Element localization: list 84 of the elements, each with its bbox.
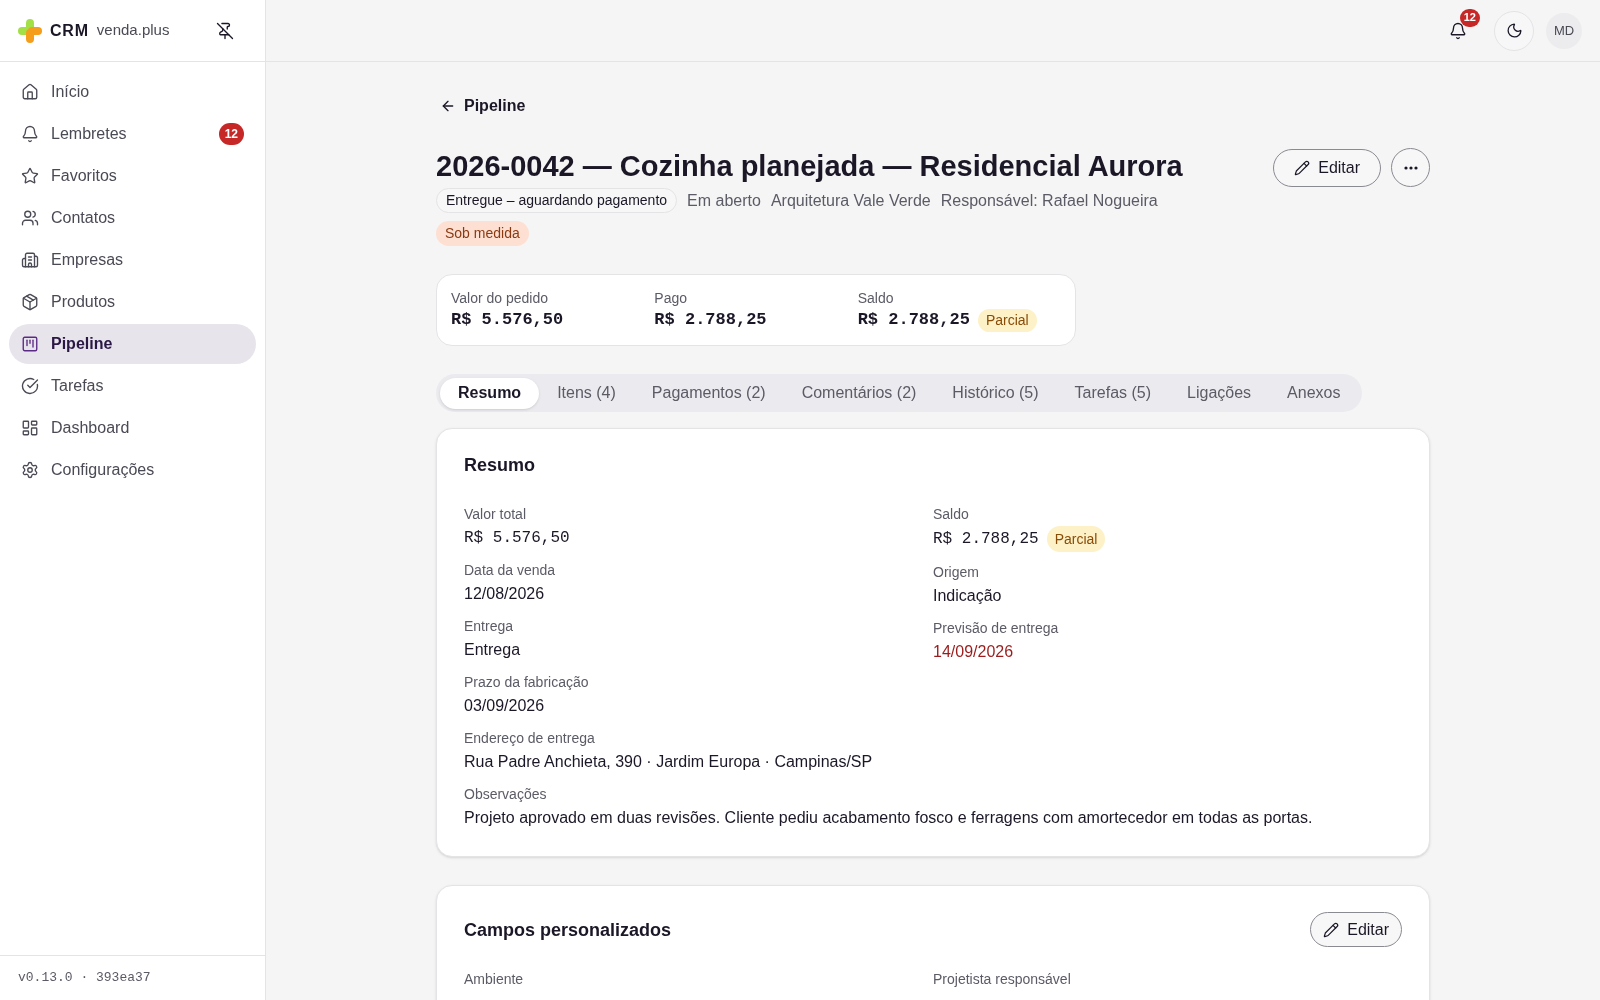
star-icon xyxy=(21,167,39,185)
more-button[interactable] xyxy=(1391,148,1430,187)
notifications-button[interactable]: 12 xyxy=(1438,10,1478,51)
field-value: Entrega xyxy=(464,640,521,660)
field-label: Data da venda xyxy=(464,561,557,580)
bell-icon xyxy=(1449,21,1467,40)
field-label: Saldo xyxy=(933,505,970,524)
meta-text: Arquitetura Vale Verde xyxy=(770,190,931,211)
building-icon xyxy=(21,251,39,269)
total-label: Saldo xyxy=(857,289,895,308)
sidebar-item[interactable]: Início xyxy=(9,72,256,112)
total-value: R$ 2.788,25 xyxy=(857,309,970,331)
sidebar-item[interactable]: Favoritos xyxy=(9,156,256,196)
moon-icon xyxy=(1505,22,1523,39)
pencil-icon xyxy=(1294,159,1311,176)
more-icon xyxy=(1403,165,1418,170)
edit-button[interactable]: Editar xyxy=(1273,148,1381,187)
tag: Sob medida xyxy=(436,221,529,246)
kanban-icon xyxy=(21,335,39,353)
field-label: Entrega xyxy=(464,617,515,636)
field-label: Observações xyxy=(464,785,548,804)
total-value: R$ 5.576,50 xyxy=(451,309,564,331)
arrow-left-icon xyxy=(440,98,456,114)
sidebar-item[interactable]: Contatos xyxy=(9,198,256,238)
meta-text: Em aberto xyxy=(687,190,761,211)
field-label: Ambiente xyxy=(464,970,525,989)
sidebar-item[interactable]: Empresas xyxy=(9,240,256,280)
total-label: Pago xyxy=(654,289,689,308)
brand-domain: venda.plus xyxy=(96,20,170,41)
field-value: Indicação xyxy=(933,586,1002,606)
tab[interactable]: Resumo xyxy=(440,377,540,409)
check-circle-icon xyxy=(21,377,39,395)
field-value: Projeto aprovado em duas revisões. Cliente pediu acabamento fosco e ferragens com amortecedor em todas as portas. xyxy=(464,808,1313,828)
field-label: Prazo da fabricação xyxy=(464,673,590,692)
sidebar-item[interactable]: Lembretes 12 xyxy=(9,114,256,154)
field-value: Rua Padre Anchieta, 390 · Jardim Europa · Campinas/SP xyxy=(464,752,873,772)
section-title: Resumo xyxy=(464,454,536,477)
settings-icon xyxy=(21,461,39,479)
brand-name: CRM xyxy=(50,20,89,41)
sidebar-item[interactable]: Dashboard xyxy=(9,408,256,448)
field-label: Endereço de entrega xyxy=(464,729,596,748)
tab[interactable]: Ligações xyxy=(1169,377,1270,409)
pencil-icon xyxy=(1323,921,1340,938)
field-value: R$ 5.576,50 xyxy=(464,528,570,549)
field-value: 12/08/2026 xyxy=(464,584,545,604)
sidebar-item[interactable]: Pipeline xyxy=(9,324,256,364)
field-value: R$ 2.788,25 xyxy=(933,529,1039,550)
page-title: 2026-0042 — Cozinha planejada — Residencial Aurora xyxy=(436,149,1183,184)
tab[interactable]: Anexos xyxy=(1269,377,1359,409)
meta-text: Responsável: Rafael Nogueira xyxy=(940,190,1158,211)
total-label: Valor do pedido xyxy=(451,289,550,308)
sidebar-item[interactable]: Configurações xyxy=(9,450,256,490)
users-icon xyxy=(21,209,39,227)
field-label: Origem xyxy=(933,563,980,582)
user-avatar[interactable]: MD xyxy=(1546,12,1582,49)
tab[interactable]: Comentários (2) xyxy=(783,377,935,409)
edit-button[interactable]: Editar xyxy=(1310,912,1402,947)
logo-icon xyxy=(18,18,42,43)
count-badge: 12 xyxy=(218,123,244,145)
house-icon xyxy=(21,83,39,101)
status-badge: Entregue – aguardando pagamento xyxy=(436,188,678,213)
total-value: R$ 2.788,25 xyxy=(654,309,767,331)
status-badge: Parcial xyxy=(977,308,1037,332)
grid-icon xyxy=(21,419,39,437)
tab[interactable]: Itens (4) xyxy=(539,377,634,409)
tab[interactable]: Histórico (5) xyxy=(934,377,1057,409)
field-value: 14/09/2026 xyxy=(933,642,1014,662)
section-title: Campos personalizados xyxy=(464,918,672,942)
theme-toggle-button[interactable] xyxy=(1494,10,1534,51)
back-link[interactable]: Pipeline xyxy=(436,94,526,118)
notification-badge: 12 xyxy=(1459,8,1480,27)
sidebar-item[interactable]: Produtos xyxy=(9,282,256,322)
field-label: Projetista responsável xyxy=(933,970,1072,989)
status-badge: Parcial xyxy=(1046,526,1106,552)
pin-off-icon xyxy=(216,21,234,40)
cube-icon xyxy=(21,293,39,311)
field-value: 03/09/2026 xyxy=(464,696,545,716)
field-label: Previsão de entrega xyxy=(933,619,1060,638)
field-label: Valor total xyxy=(464,505,527,524)
sidebar-item[interactable]: Tarefas xyxy=(9,366,256,406)
bell-icon xyxy=(21,125,39,143)
version-text: v0.13.0 · 393ea37 xyxy=(18,969,151,988)
tab[interactable]: Pagamentos (2) xyxy=(633,377,784,409)
tab[interactable]: Tarefas (5) xyxy=(1056,377,1170,409)
